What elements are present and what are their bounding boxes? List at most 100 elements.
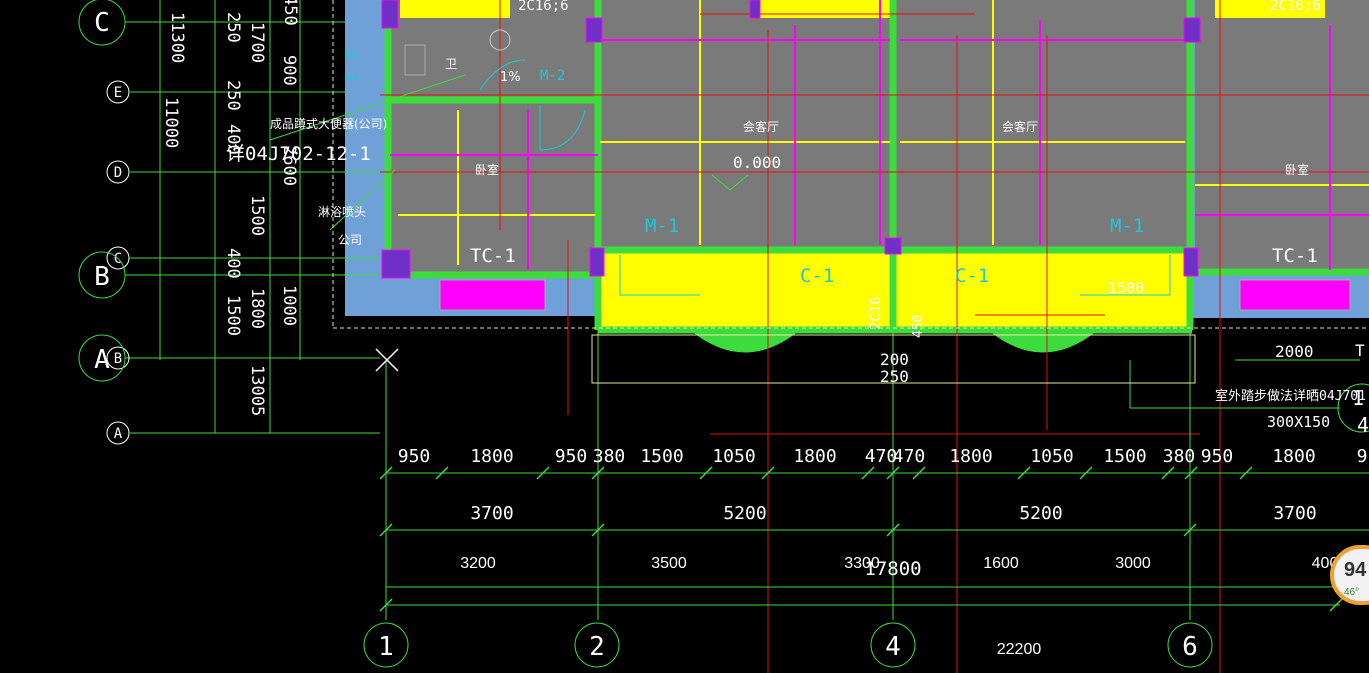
- svg-text:3700: 3700: [470, 503, 513, 524]
- dim-ticks: [379, 466, 1343, 612]
- svg-text:2: 2: [589, 632, 605, 662]
- svg-text:C: C: [94, 8, 110, 38]
- rebar-right: 2C16;6: [1270, 0, 1321, 14]
- dim-11300: 11300: [167, 12, 187, 63]
- dim-200-step: 200: [880, 350, 909, 369]
- side-notes: 2000 室外踏步做法详晒04J701 300X150 1 4 T: [1215, 341, 1369, 437]
- svg-text:3000: 3000: [1115, 555, 1151, 572]
- svg-text:950: 950: [1201, 446, 1234, 467]
- partial-bubble-1: 1: [1352, 386, 1364, 410]
- svg-text:1050: 1050: [1030, 446, 1073, 467]
- room-bedroom-left: 卧室: [475, 162, 499, 177]
- room-right: [1195, 0, 1369, 270]
- svg-text:D: D: [114, 165, 122, 181]
- note-toilet: 成品蹲式大便器(公司): [270, 117, 387, 131]
- axis-bubble-4: 4: [870, 622, 916, 668]
- room-bath: 卫: [445, 57, 457, 71]
- note-step-ref: 室外踏步做法详晒04J701: [1215, 388, 1366, 404]
- svg-text:380: 380: [593, 446, 626, 467]
- label-c1-right: C-1: [955, 265, 989, 287]
- top-yellow-mid: [755, 0, 890, 18]
- svg-text:470: 470: [893, 446, 926, 467]
- planter-left: [439, 279, 546, 311]
- svg-text:5200: 5200: [1019, 503, 1062, 524]
- cad-drawing-canvas[interactable]: C E D C B B A A 1 2 4 6 11300 11000 250 …: [0, 0, 1369, 673]
- svg-text:1500: 1500: [640, 446, 683, 467]
- svg-text:A: A: [114, 426, 123, 442]
- axis-bubble-6: 6: [1167, 622, 1213, 668]
- dim-450: 450: [280, 0, 300, 26]
- label-m2: M-2: [540, 68, 565, 84]
- rebar-left: 2C16;6: [518, 0, 569, 14]
- svg-text:950: 950: [555, 446, 588, 467]
- left-dimensions: 11300 11000 250 1700 250 400 2600 1500 4…: [161, 0, 300, 416]
- room-lounge-right: 会客厅: [1002, 119, 1038, 134]
- planter-right: [1239, 279, 1351, 311]
- axis-bubble-a-small: A: [106, 421, 130, 445]
- svg-text:B: B: [114, 351, 122, 367]
- dim-1800: 1800: [247, 288, 267, 329]
- note-detail-ref: 详04J702-12-1: [226, 143, 371, 165]
- svg-text:1600: 1600: [983, 555, 1019, 572]
- dim-overall: 22200: [997, 641, 1042, 658]
- note-company: 公司: [338, 233, 362, 247]
- dim-1500-door: 1500: [1108, 279, 1144, 297]
- axis-bubble-e: E: [106, 80, 130, 104]
- x-marker[interactable]: [375, 348, 399, 372]
- dim-1500-b: 1500: [223, 295, 243, 336]
- axis-bubble-1: 1: [363, 622, 409, 668]
- svg-text:1800: 1800: [1272, 446, 1315, 467]
- axis-bubble-c-top: C: [78, 0, 126, 46]
- svg-text:3700: 3700: [1273, 503, 1316, 524]
- dim-row-1: 950 1800 950 380 1500 1050 1800 470 470 …: [398, 446, 1368, 467]
- svg-text:1: 1: [378, 632, 394, 662]
- room-lounge-left: 会客厅: [743, 119, 779, 134]
- svg-text:1800: 1800: [949, 446, 992, 467]
- svg-text:3200: 3200: [460, 555, 496, 572]
- room-left: [388, 0, 595, 272]
- svg-text:4: 4: [885, 632, 901, 662]
- dim-1500-a: 1500: [247, 195, 267, 236]
- rebar-center: 2C16: [868, 296, 884, 330]
- svg-text:B: B: [94, 262, 110, 292]
- elevation-label: 0.000: [733, 153, 781, 172]
- svg-text:1800: 1800: [793, 446, 836, 467]
- dim-400-b: 400: [223, 248, 243, 279]
- partial-bubble-4: 4: [1357, 413, 1369, 437]
- widget-value: 94: [1344, 559, 1367, 581]
- svg-text:950: 950: [398, 446, 431, 467]
- label-m1-left: M-1: [645, 215, 679, 237]
- dim-2000: 2000: [1275, 342, 1314, 361]
- svg-text:A: A: [94, 345, 110, 375]
- top-yellow-left: [400, 0, 510, 18]
- note-step-size: 300X150: [1267, 413, 1330, 431]
- svg-text:1500: 1500: [1103, 446, 1146, 467]
- svg-text:380: 380: [1163, 446, 1196, 467]
- dim-1000: 1000: [279, 285, 299, 326]
- dim-900: 900: [279, 55, 299, 86]
- dim-total: 17800: [864, 558, 921, 580]
- dim-250-a: 250: [223, 12, 243, 43]
- axis-bubble-b-large: B: [78, 251, 126, 299]
- label-m1-right: M-1: [1110, 215, 1144, 237]
- label-c1-left: C-1: [800, 265, 834, 287]
- dim-11000: 11000: [161, 97, 181, 148]
- svg-text:1800: 1800: [470, 446, 513, 467]
- svg-text:1050: 1050: [712, 446, 755, 467]
- partial-t: T: [1355, 341, 1365, 360]
- label-tc1-left: TC-1: [470, 245, 516, 267]
- label-c2: C-2: [342, 49, 363, 82]
- svg-text:5200: 5200: [723, 503, 766, 524]
- note-shower: 淋浴喷头: [318, 205, 366, 219]
- axis-bubble-d: D: [106, 160, 130, 184]
- dim-13005: 13005: [247, 365, 267, 416]
- dim-250-step: 250: [880, 367, 909, 386]
- dim-450-step: 450: [911, 315, 926, 338]
- axis-bubble-2: 2: [574, 622, 620, 668]
- widget-subvalue: 46°: [1344, 587, 1360, 598]
- room-bedroom-right: 卧室: [1285, 162, 1309, 177]
- label-tc1-right: TC-1: [1272, 245, 1318, 267]
- dim-250-b: 250: [223, 80, 243, 111]
- dim-1700: 1700: [247, 22, 267, 63]
- svg-text:9: 9: [1357, 446, 1368, 467]
